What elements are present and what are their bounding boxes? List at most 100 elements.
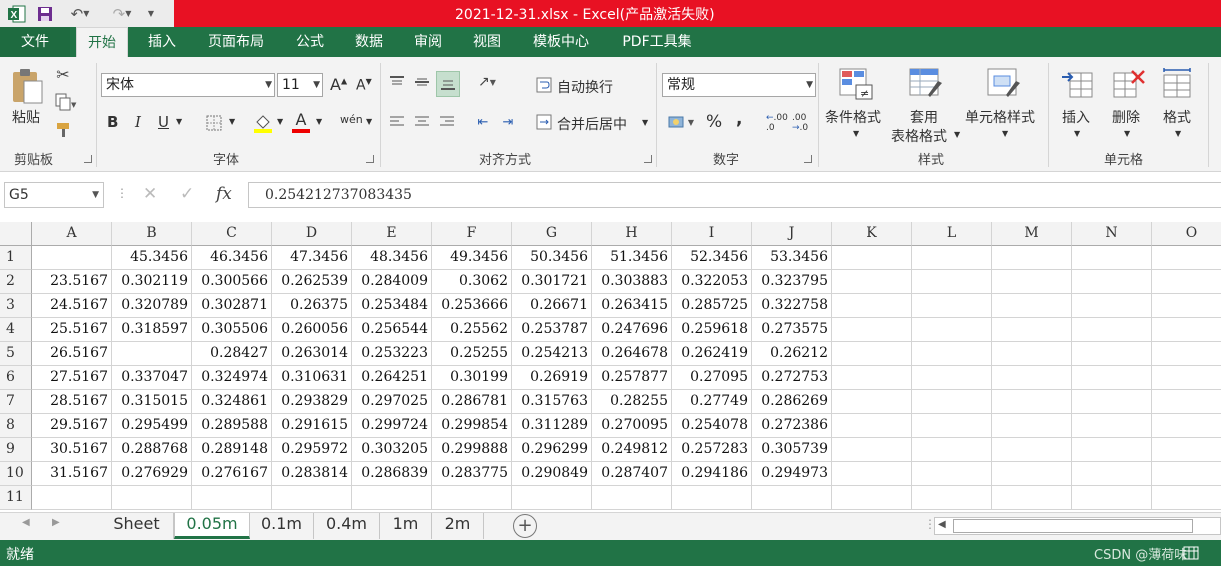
grid-cell[interactable]: 0.264678 [592, 342, 672, 366]
tab-formulas[interactable]: 公式 [286, 27, 334, 57]
conditional-formatting-icon[interactable]: ≠ [836, 65, 876, 103]
grid-cell[interactable]: 0.276929 [112, 462, 192, 486]
grid-cell[interactable]: 0.288768 [112, 438, 192, 462]
font-color-dropdown-icon[interactable]: ▼ [316, 117, 322, 126]
grid-cell[interactable]: 49.3456 [432, 246, 512, 270]
grid-cell[interactable]: 0.253484 [352, 294, 432, 318]
fill-color-dropdown-icon[interactable]: ▼ [277, 117, 283, 126]
column-header-d[interactable]: D [272, 222, 352, 246]
tab-pdf-tools[interactable]: PDF工具集 [610, 27, 704, 57]
align-top-icon[interactable] [386, 71, 408, 93]
number-format-select[interactable]: 常规 ▼ [662, 73, 816, 97]
grid-cell[interactable] [912, 246, 992, 270]
underline-button[interactable]: U [158, 113, 169, 131]
column-header-f[interactable]: F [432, 222, 512, 246]
grid-cell[interactable] [1072, 342, 1152, 366]
grid-cell[interactable] [752, 486, 832, 510]
grid-cell[interactable]: 0.253787 [512, 318, 592, 342]
font-size-select[interactable]: 11 ▼ [277, 73, 323, 97]
grid-cell[interactable] [1152, 390, 1221, 414]
align-middle-icon[interactable] [411, 71, 433, 93]
row-header[interactable]: 8 [0, 414, 32, 438]
grid-cell[interactable]: 0.294186 [672, 462, 752, 486]
font-name-select[interactable]: 宋体 ▼ [101, 73, 275, 97]
grid-cell[interactable] [1072, 414, 1152, 438]
grid-cell[interactable] [512, 486, 592, 510]
grid-cell[interactable]: 0.311289 [512, 414, 592, 438]
align-left-icon[interactable] [386, 111, 408, 133]
grid-cell[interactable]: 24.5167 [32, 294, 112, 318]
row-header[interactable]: 2 [0, 270, 32, 294]
grid-cell[interactable]: 0.293829 [272, 390, 352, 414]
tab-page-layout[interactable]: 页面布局 [196, 27, 276, 57]
grid-cell[interactable]: 0.320789 [112, 294, 192, 318]
grid-cell[interactable]: 0.26375 [272, 294, 352, 318]
horizontal-scrollbar[interactable]: ◀ [934, 517, 1221, 535]
align-right-icon[interactable] [436, 111, 458, 133]
grid-cell[interactable]: 0.300566 [192, 270, 272, 294]
grid-cell[interactable]: 23.5167 [32, 270, 112, 294]
column-header-h[interactable]: H [592, 222, 672, 246]
grid-cell[interactable]: 0.305506 [192, 318, 272, 342]
grid-cell[interactable]: 0.294973 [752, 462, 832, 486]
grid-cell[interactable]: 0.26919 [512, 366, 592, 390]
grid-cell[interactable] [592, 486, 672, 510]
grid-cell[interactable] [832, 486, 912, 510]
table-format-dropdown-icon[interactable]: ▼ [954, 130, 960, 139]
grid-cell[interactable]: 27.5167 [32, 366, 112, 390]
grid-cell[interactable]: 0.273575 [752, 318, 832, 342]
grow-font-icon[interactable]: A▲ [330, 75, 347, 94]
grid-cell[interactable]: 28.5167 [32, 390, 112, 414]
normal-view-icon[interactable] [1182, 545, 1200, 561]
column-header-c[interactable]: C [192, 222, 272, 246]
grid-cell[interactable]: 0.318597 [112, 318, 192, 342]
grid-cell[interactable]: 50.3456 [512, 246, 592, 270]
column-header-j[interactable]: J [752, 222, 832, 246]
grid-cell[interactable]: 0.299724 [352, 414, 432, 438]
grid-cell[interactable]: 0.276167 [192, 462, 272, 486]
grid-cell[interactable] [912, 294, 992, 318]
grid-cell[interactable] [32, 246, 112, 270]
grid-cell[interactable] [1152, 270, 1221, 294]
phonetic-icon[interactable]: wén [340, 113, 363, 126]
grid-cell[interactable]: 0.253666 [432, 294, 512, 318]
grid-cell[interactable] [832, 438, 912, 462]
grid-cell[interactable] [832, 366, 912, 390]
grid-cell[interactable]: 0.301721 [512, 270, 592, 294]
grid-cell[interactable]: 0.310631 [272, 366, 352, 390]
borders-icon[interactable] [203, 113, 225, 133]
grid-cell[interactable]: 0.263415 [592, 294, 672, 318]
orientation-icon[interactable]: ↗ ▼ [472, 71, 502, 93]
column-header-m[interactable]: M [992, 222, 1072, 246]
number-launcher-icon[interactable] [804, 155, 812, 163]
grid-cell[interactable]: 0.295972 [272, 438, 352, 462]
alignment-launcher-icon[interactable] [644, 155, 652, 163]
grid-cell[interactable]: 46.3456 [192, 246, 272, 270]
grid-cell[interactable]: 0.287407 [592, 462, 672, 486]
redo-icon[interactable]: ↷ ▼ [104, 4, 140, 24]
grid-cell[interactable]: 29.5167 [32, 414, 112, 438]
grid-cell[interactable] [672, 486, 752, 510]
grid-cell[interactable] [832, 270, 912, 294]
grid-cell[interactable]: 25.5167 [32, 318, 112, 342]
font-launcher-icon[interactable] [366, 155, 374, 163]
name-box[interactable]: G5 ▼ [4, 182, 104, 208]
format-as-table-button[interactable]: 套用 [910, 107, 938, 127]
grid-cell[interactable]: 26.5167 [32, 342, 112, 366]
grid-cell[interactable] [832, 462, 912, 486]
grid-cell[interactable]: 0.283814 [272, 462, 352, 486]
paste-icon[interactable] [8, 65, 46, 109]
grid-cell[interactable]: 0.297025 [352, 390, 432, 414]
grid-cell[interactable] [1152, 246, 1221, 270]
grid-cell[interactable]: 0.323795 [752, 270, 832, 294]
grid-cell[interactable]: 51.3456 [592, 246, 672, 270]
grid-cell[interactable]: 0.253223 [352, 342, 432, 366]
grid-cell[interactable]: 0.272753 [752, 366, 832, 390]
sheet-tab-1m[interactable]: 1m [380, 513, 432, 539]
grid-cell[interactable]: 0.286839 [352, 462, 432, 486]
tab-view[interactable]: 视图 [463, 27, 511, 57]
grid-cell[interactable]: 0.284009 [352, 270, 432, 294]
paste-button[interactable]: 粘贴 [12, 107, 40, 127]
grid-cell[interactable] [912, 366, 992, 390]
grid-cell[interactable]: 48.3456 [352, 246, 432, 270]
